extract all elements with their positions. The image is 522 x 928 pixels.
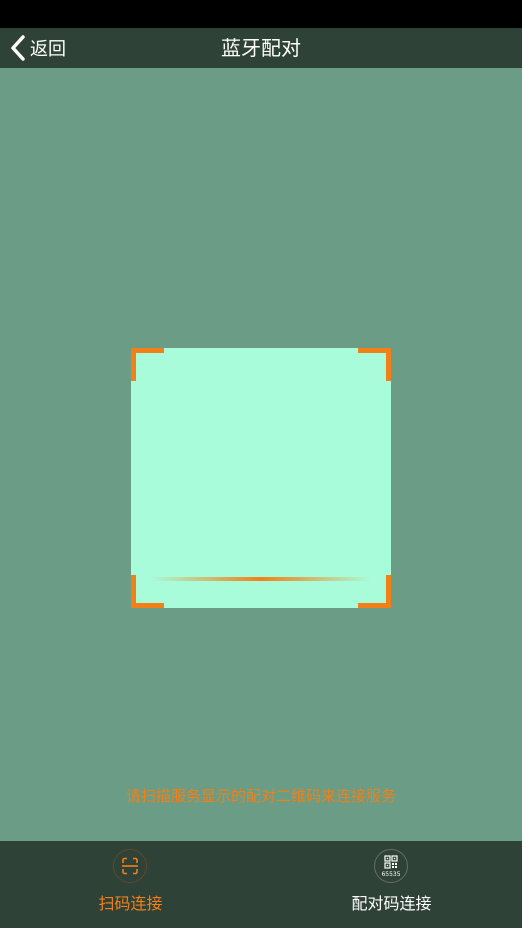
- scan-hint-text: 请扫描服务显示的配对二维码来连接服务: [125, 787, 396, 805]
- tab-pair-code-connect-label: 配对码连接: [351, 894, 432, 913]
- tab-scan-connect[interactable]: 扫码连接: [0, 841, 261, 928]
- scan-frame-corner-top-left: [131, 348, 164, 381]
- page-title: 蓝牙配对: [221, 36, 301, 60]
- qr-code-icon-number: 65535: [381, 871, 401, 878]
- tab-pair-code-connect[interactable]: 65535 配对码连接: [261, 841, 522, 928]
- bottom-bar: 扫码连接 65535 配对码连接: [0, 841, 522, 928]
- scan-icon: [113, 849, 147, 883]
- status-bar: [0, 0, 522, 28]
- nav-bar: 返回 蓝牙配对: [0, 28, 522, 68]
- scan-frame: [131, 348, 391, 608]
- scan-line: [151, 577, 371, 581]
- qr-code-icon: 65535: [374, 849, 408, 883]
- chevron-left-icon: [11, 35, 25, 61]
- back-label: 返回: [30, 39, 66, 60]
- back-button[interactable]: 返回: [8, 28, 66, 68]
- scan-frame-corner-top-right: [358, 348, 391, 381]
- tab-scan-connect-label: 扫码连接: [98, 894, 163, 913]
